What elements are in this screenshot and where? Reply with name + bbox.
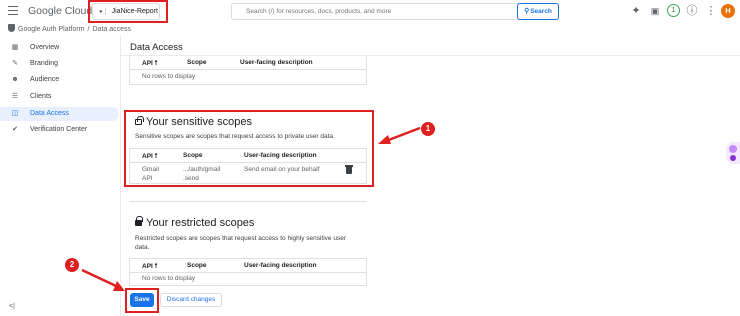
search-button[interactable]: ⚲Search [517, 3, 559, 20]
discard-changes-button[interactable]: Discard changes [160, 293, 222, 307]
search-box[interactable]: ⚲Search [231, 3, 559, 20]
restricted-scopes-table: API 🠕 Scope User-facing description No r… [129, 258, 367, 286]
breadcrumb: Google Auth Platform / Data access [8, 24, 131, 34]
row-description: Send email on your behalf [244, 166, 320, 173]
lock-open-icon [135, 116, 144, 125]
sidebar-item-label: Verification Center [30, 126, 88, 133]
data-access-icon: ◫ [11, 110, 19, 117]
restricted-scopes-title: Your restricted scopes [135, 216, 254, 229]
sidebar-item-branding[interactable]: ✎ Branding [0, 57, 119, 71]
row-api-line1: Gmail [142, 166, 159, 173]
sort-arrow-icon: 🠕 [154, 60, 158, 67]
non-sensitive-scopes-table: API 🠕 Scope User-facing description No r… [129, 56, 367, 85]
sort-arrow-icon: 🠕 [154, 263, 158, 270]
sidebar-item-label: Branding [30, 60, 59, 67]
row-scope-line2: .send [183, 175, 199, 182]
search-button-label: Search [530, 8, 552, 15]
assistant-icon [729, 145, 737, 153]
verification-icon: ✔ [12, 126, 18, 133]
column-header-description: User-facing description [244, 152, 317, 159]
clients-icon: ☰ [11, 93, 19, 100]
empty-table-message: No rows to display [142, 73, 196, 80]
cloud-shell-icon[interactable]: ▣ [649, 5, 661, 17]
header-divider [130, 272, 366, 273]
overview-icon: ▦ [11, 44, 19, 51]
top-bar: Google Cloud ●⋮JiaNice-Report ⚲Search ✦ … [0, 0, 740, 24]
gemini-sparkle-icon[interactable]: ✦ [630, 5, 642, 17]
notifications-badge[interactable]: 1 [667, 4, 680, 17]
section-divider [129, 201, 367, 202]
sidebar-item-data-access[interactable]: ◫ Data Access [0, 107, 119, 121]
project-selector-button[interactable]: ●⋮ JiaNice-Report [92, 3, 160, 20]
shield-icon [8, 24, 15, 32]
assistant-dot-icon [730, 155, 736, 161]
column-header-scope: Scope [187, 59, 207, 66]
sidebar-item-label: Data Access [30, 110, 69, 117]
google-cloud-logo[interactable]: Google Cloud [28, 5, 92, 17]
page-title: Data Access [130, 42, 183, 53]
row-scope-line1: .../auth/gmail [183, 166, 221, 173]
save-button[interactable]: Save [130, 293, 154, 307]
column-header-description: User-facing description [244, 262, 317, 269]
column-header-description: User-facing description [240, 59, 313, 66]
sidebar-item-label: Overview [30, 44, 60, 51]
branding-icon: ✎ [12, 60, 18, 67]
delete-icon[interactable] [345, 165, 353, 174]
sidebar-item-audience[interactable]: ☻ Audience [0, 73, 119, 87]
sidebar-item-label: Clients [30, 93, 52, 100]
search-icon: ⚲ [524, 8, 530, 15]
breadcrumb-page: Data access [92, 26, 132, 33]
breadcrumb-platform[interactable]: Google Auth Platform [18, 26, 85, 33]
sidebar-item-overview[interactable]: ▦ Overview [0, 41, 119, 55]
search-input[interactable] [246, 5, 506, 18]
menu-icon[interactable] [8, 6, 18, 16]
sidebar-item-verification-center[interactable]: ✔ Verification Center [0, 123, 119, 137]
restricted-scopes-description-line2: data. [135, 244, 150, 251]
sensitive-scopes-title: Your sensitive scopes [135, 116, 252, 128]
more-vert-icon[interactable]: ⋮ [705, 5, 717, 17]
help-icon[interactable]: ⓘ [686, 5, 698, 17]
audience-icon: ☻ [11, 76, 19, 83]
empty-table-message: No rows to display [142, 275, 196, 282]
header-divider [130, 162, 366, 163]
callout-badge-2: 2 [65, 258, 79, 272]
callout-arrow-2 [81, 268, 125, 291]
sensitive-scopes-table: API 🠕 Scope User-facing description Gmai… [129, 148, 367, 184]
column-header-scope: Scope [183, 152, 203, 159]
column-header-scope: Scope [187, 262, 207, 269]
sidebar-item-label: Audience [30, 76, 60, 83]
lock-icon [135, 216, 143, 226]
sidebar-item-clients[interactable]: ☰ Clients [0, 90, 119, 104]
project-name: JiaNice-Report [111, 8, 158, 15]
callout-arrow-1 [378, 126, 421, 144]
sort-arrow-icon: 🠕 [154, 153, 158, 160]
breadcrumb-separator: / [87, 26, 90, 33]
logo-google-text: Google [28, 5, 62, 17]
assistant-side-widget[interactable] [726, 142, 740, 164]
header-divider [130, 69, 366, 70]
row-api-line2: API [142, 175, 153, 182]
sensitive-scopes-description: Sensitive scopes are scopes that request… [135, 133, 335, 140]
restricted-scopes-description-line1: Restricted scopes are scopes that reques… [135, 235, 346, 242]
collapse-sidebar-button[interactable]: <| [9, 303, 15, 310]
project-icon: ●⋮ [99, 9, 109, 15]
account-avatar[interactable]: H [721, 4, 735, 18]
